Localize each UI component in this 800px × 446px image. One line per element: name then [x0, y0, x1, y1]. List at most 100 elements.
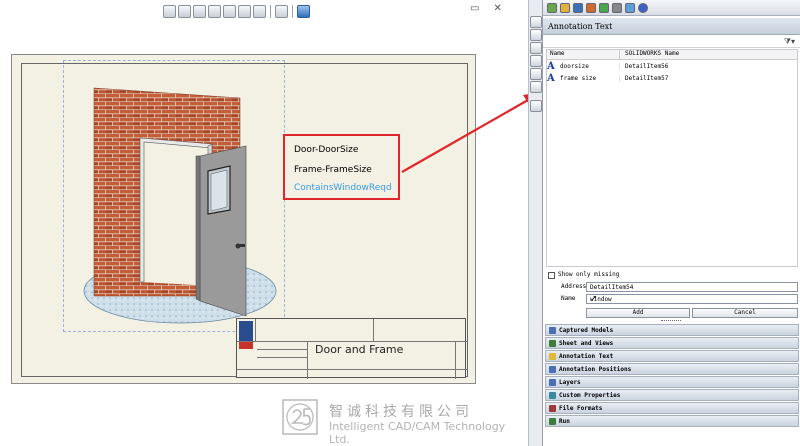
address-label: Address: [561, 283, 587, 290]
section-label: Sheet and Views: [559, 339, 614, 347]
section-label: Captured Models: [559, 326, 614, 334]
column-header-solidworks-name[interactable]: SOLIDWORKS Name: [620, 50, 679, 59]
annotation-list-header: Name SOLIDWORKS Name: [547, 50, 797, 60]
title-block-line: [255, 319, 256, 341]
annotation-text-icon: A: [547, 61, 555, 72]
title-block-line: [307, 341, 308, 379]
section-annotation-positions[interactable]: Annotation Positions: [545, 363, 799, 375]
appearance-icon[interactable]: [530, 68, 542, 80]
section-custom-properties[interactable]: Custom Properties: [545, 389, 799, 401]
automation-task-pane: Annotation Text ⧩▾ Name SOLIDWORKS Name …: [542, 0, 800, 446]
address-input[interactable]: DetailItem54: [586, 282, 798, 292]
section-label: Annotation Text: [559, 352, 614, 360]
sheet-and-views-icon: [549, 339, 556, 347]
task-pane-tabs: [528, 0, 542, 446]
help-icon[interactable]: [638, 2, 648, 13]
refresh-icon[interactable]: [586, 2, 596, 13]
filter-icon[interactable]: ⧩▾: [784, 37, 795, 47]
custom-properties-icon: [549, 391, 556, 399]
captured-models-icon: [549, 326, 556, 334]
section-run[interactable]: Run: [545, 415, 799, 427]
pan-icon[interactable]: [238, 4, 251, 18]
section-label: Run: [559, 417, 570, 425]
settings-icon[interactable]: [612, 2, 622, 13]
row-name: frame size: [558, 75, 620, 82]
section-label: Layers: [559, 378, 581, 386]
window-controls: ▭ ✕: [470, 3, 502, 14]
title-block-line: [237, 341, 467, 342]
add-annotation-form: Show only missing Address DetailItem54 N…: [543, 268, 800, 320]
annotation-callout-box: Door-DoorSize Frame-FrameSize ContainsWi…: [283, 134, 400, 200]
title-block-line: [257, 349, 307, 350]
gallery-icon[interactable]: [530, 55, 542, 67]
zoom-to-fit-icon[interactable]: [163, 4, 176, 18]
column-header-name[interactable]: Name: [547, 50, 620, 59]
company-logo-accent: [239, 341, 253, 349]
zoom-area-icon[interactable]: [178, 4, 191, 18]
section-layers[interactable]: Layers: [545, 376, 799, 388]
annotation-positions-icon: [549, 365, 556, 373]
save-icon[interactable]: [573, 2, 583, 13]
add-button[interactable]: Add: [586, 308, 690, 318]
door-frame-isometric-view[interactable]: [78, 86, 278, 331]
title-block-line: [455, 341, 456, 379]
home-icon[interactable]: [530, 16, 542, 28]
appearance-icon[interactable]: [297, 4, 310, 18]
title-block: Door and Frame: [236, 318, 467, 379]
watermark-company-english: Intelligent CAD/CAM Technology Ltd.: [329, 420, 506, 446]
section-label: File Formats: [559, 404, 603, 412]
row-name: doorsize: [558, 63, 620, 70]
note-contains-window[interactable]: ContainsWindowReqd: [294, 183, 392, 193]
company-logo-block: [239, 321, 253, 341]
mouse-cursor-icon: ➚: [590, 294, 598, 304]
drawing-title: Door and Frame: [315, 343, 404, 356]
note-frame-size[interactable]: Frame-FrameSize: [294, 165, 372, 175]
cancel-button[interactable]: Cancel: [692, 308, 798, 318]
section-captured-models[interactable]: Captured Models: [545, 324, 799, 336]
annotation-text-icon: [549, 352, 556, 360]
open-icon[interactable]: [560, 2, 570, 13]
rotate-icon[interactable]: [223, 4, 236, 18]
close-icon[interactable]: ✕: [493, 3, 501, 14]
name-label: Name: [561, 295, 576, 302]
row-solidworks-name: DetailItem56: [625, 63, 669, 70]
row-solidworks-name: DetailItem57: [625, 75, 669, 82]
section-sheet-and-views[interactable]: Sheet and Views: [545, 337, 799, 349]
drawing-viewport[interactable]: ▭ ✕ Door and Frame Door-DoorSize Frame-F…: [0, 0, 528, 446]
filter-bar: ⧩▾: [543, 36, 800, 48]
panel-section-header: Annotation Text: [543, 18, 800, 35]
library-icon[interactable]: [530, 29, 542, 41]
section-label: Annotation Positions: [559, 365, 632, 373]
run-icon: [549, 417, 556, 425]
properties-icon[interactable]: [530, 81, 542, 93]
display-style-icon[interactable]: [275, 4, 288, 18]
splitter-grip[interactable]: [661, 320, 681, 323]
file-formats-icon: [549, 404, 556, 412]
zoom-selection-icon[interactable]: [208, 4, 221, 18]
annotation-text-icon: A: [547, 73, 555, 84]
section-annotation-text[interactable]: Annotation Text: [545, 350, 799, 362]
zoom-in-out-icon[interactable]: [193, 4, 206, 18]
note-door-size[interactable]: Door-DoorSize: [294, 145, 358, 155]
automation-icon[interactable]: [530, 100, 542, 112]
title-block-line: [257, 357, 307, 358]
section-label: Custom Properties: [559, 391, 621, 399]
toolbar-separator: [270, 4, 271, 18]
title-block-line: [237, 369, 467, 370]
view-toolbar: [163, 3, 310, 19]
title-block-line: [373, 319, 374, 341]
new-icon[interactable]: [547, 2, 557, 13]
minimize-icon[interactable]: ▭: [470, 3, 479, 14]
section-file-formats[interactable]: File Formats: [545, 402, 799, 414]
layers-icon: [549, 378, 556, 386]
name-input[interactable]: window: [586, 294, 798, 304]
run-icon[interactable]: [599, 2, 609, 13]
folder-icon[interactable]: [530, 42, 542, 54]
show-only-missing-checkbox[interactable]: [548, 272, 555, 279]
watermark-company-chinese: 智诚科技有限公司: [329, 404, 473, 420]
table-row[interactable]: A frame size DetailItem57: [547, 72, 797, 85]
show-only-missing-label: Show only missing: [558, 271, 620, 278]
options-icon[interactable]: [625, 2, 635, 13]
redraw-icon[interactable]: [253, 4, 266, 18]
toolbar-separator: [292, 4, 293, 18]
